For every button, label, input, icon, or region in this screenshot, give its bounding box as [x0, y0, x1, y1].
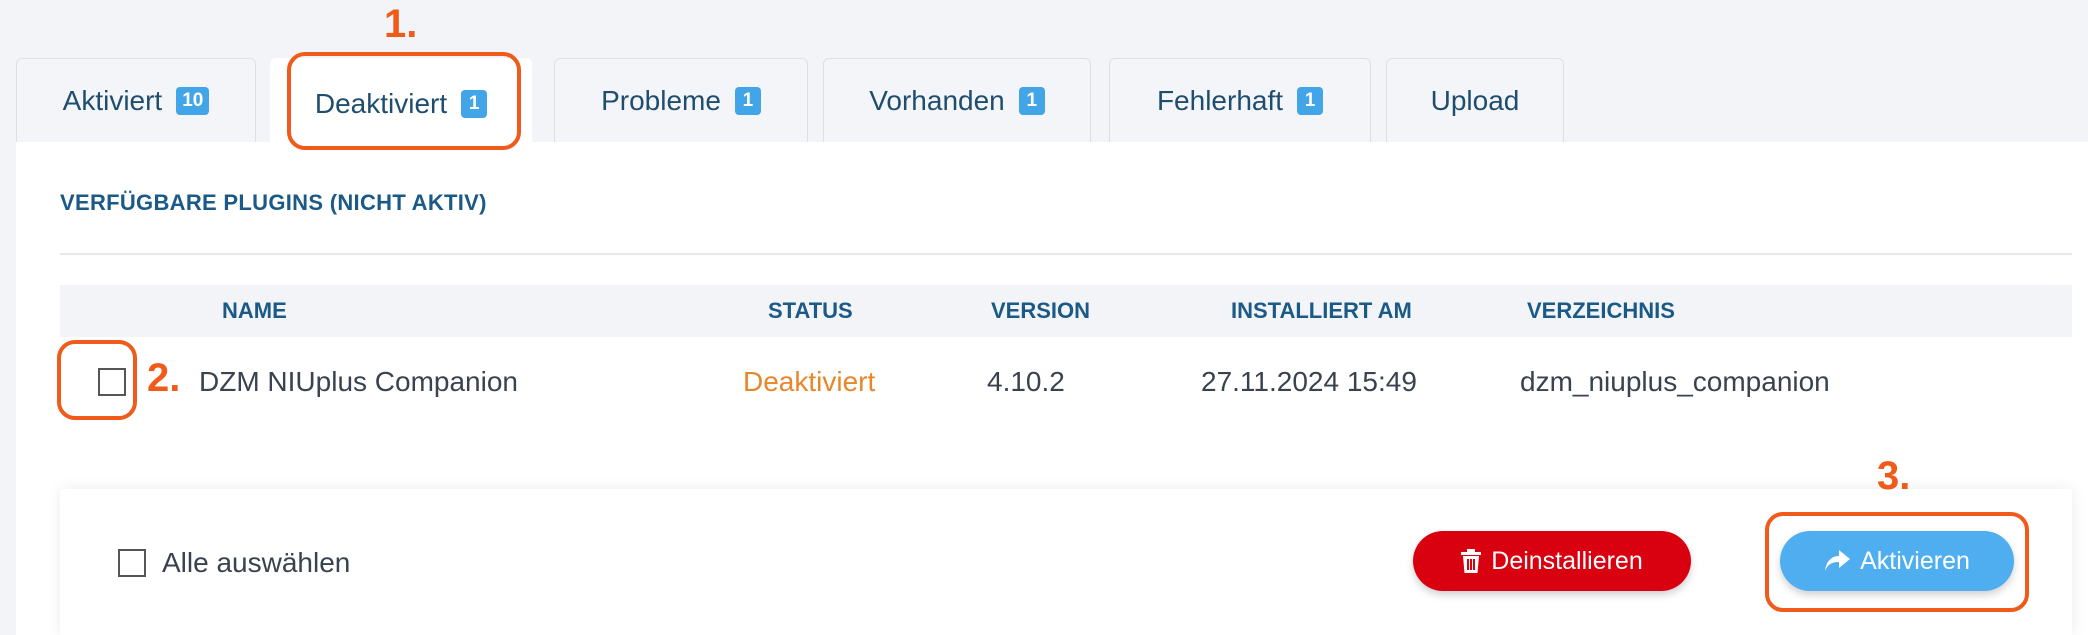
- count-badge: 10: [176, 86, 210, 115]
- tab-label: Aktiviert: [62, 84, 163, 116]
- select-all-checkbox[interactable]: [118, 549, 146, 577]
- table-header: NAME STATUS VERSION INSTALLIERT AM VERZE…: [60, 285, 2072, 337]
- tab-label: Vorhanden: [869, 84, 1005, 116]
- tab-vorhanden[interactable]: Vorhanden 1: [823, 58, 1091, 142]
- annotation-box-activate: [1765, 512, 2029, 612]
- plugin-name: DZM NIUplus Companion: [199, 366, 518, 397]
- uninstall-label: Deinstallieren: [1491, 546, 1643, 575]
- table-row: DZM NIUplus Companion Deaktiviert 4.10.2…: [60, 337, 2072, 427]
- tab-label: Probleme: [601, 84, 721, 116]
- annotation-box-tab: [287, 52, 521, 150]
- plugin-status: Deaktiviert: [743, 366, 876, 397]
- plugin-directory: dzm_niuplus_companion: [1520, 366, 1830, 397]
- plugin-version: 4.10.2: [987, 366, 1065, 397]
- column-header-name: NAME: [222, 298, 287, 323]
- select-all-label[interactable]: Alle auswählen: [162, 547, 350, 579]
- column-header-status: STATUS: [768, 298, 853, 323]
- section-title: VERFÜGBARE PLUGINS (NICHT AKTIV): [60, 190, 487, 215]
- plugin-installed-date: 27.11.2024 15:49: [1201, 366, 1417, 397]
- count-badge: 1: [1018, 86, 1045, 115]
- count-badge: 1: [1297, 86, 1324, 115]
- uninstall-button[interactable]: Deinstallieren: [1413, 531, 1691, 591]
- column-header-directory: VERZEICHNIS: [1527, 298, 1675, 323]
- tab-aktiviert[interactable]: Aktiviert 10: [16, 58, 256, 142]
- tab-upload[interactable]: Upload: [1386, 58, 1564, 142]
- column-header-installed: INSTALLIERT AM: [1231, 298, 1412, 323]
- tab-label: Upload: [1430, 84, 1520, 116]
- annotation-step-1: 1.: [384, 2, 418, 46]
- count-badge: 1: [734, 86, 761, 115]
- annotation-box-checkbox: [57, 340, 137, 420]
- tab-fehlerhaft[interactable]: Fehlerhaft 1: [1109, 58, 1371, 142]
- tab-label: Fehlerhaft: [1156, 84, 1284, 116]
- tab-probleme[interactable]: Probleme 1: [554, 58, 808, 142]
- annotation-step-2: 2.: [147, 356, 181, 400]
- annotation-step-3: 3.: [1877, 454, 1911, 498]
- trash-icon: [1461, 549, 1482, 573]
- column-header-version: VERSION: [991, 298, 1091, 323]
- divider: [60, 253, 2072, 255]
